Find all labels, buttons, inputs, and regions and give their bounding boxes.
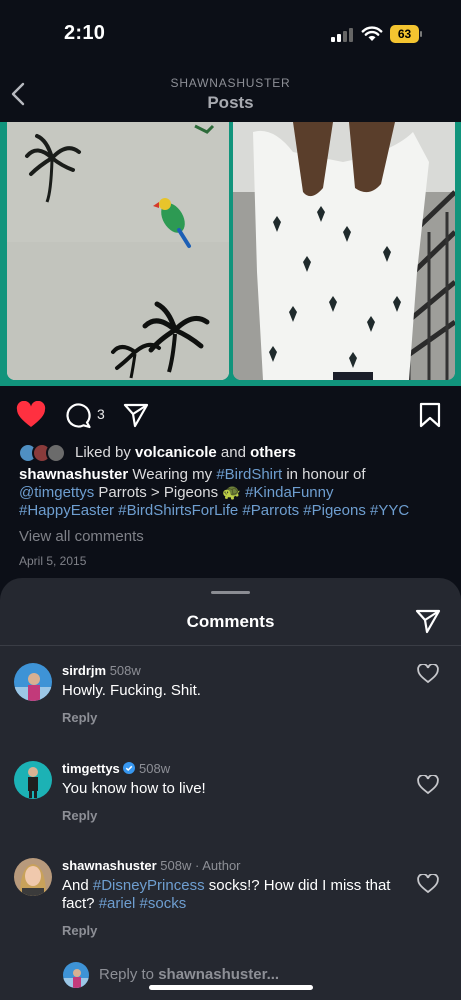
comment-header: timgettys 508w (62, 761, 170, 776)
comment-time: 508w (160, 858, 192, 873)
likes-row[interactable]: Liked by volcanicole and others (18, 442, 448, 464)
sheet-title: Comments (186, 612, 275, 631)
page-title: Posts (207, 93, 254, 112)
signal-icon (331, 28, 353, 42)
view-all-comments-link[interactable]: View all comments (19, 528, 144, 545)
likes-others[interactable]: others (250, 444, 296, 461)
reply-button[interactable]: Reply (62, 808, 97, 823)
status-time: 2:10 (64, 22, 106, 44)
liker-avatar (46, 443, 66, 463)
avatar (63, 962, 89, 988)
comments-sheet: Comments sirdrjm 508w Howly. Fucking. Sh… (0, 578, 461, 1000)
post-date: April 5, 2015 (19, 554, 87, 568)
share-send-icon[interactable] (414, 607, 442, 635)
post-image-shirt-closeup (7, 122, 229, 380)
heart-outline-icon[interactable] (417, 874, 439, 894)
comment-time: 508w (139, 761, 171, 776)
reply-button[interactable]: Reply (62, 923, 97, 938)
sheet-drag-handle[interactable] (211, 591, 250, 594)
liker-avatars (18, 443, 72, 463)
comment-count: 3 (97, 406, 105, 422)
comment-username[interactable]: timgettys (62, 761, 120, 776)
reply-button[interactable]: Reply (62, 710, 97, 725)
comment-item: timgettys 508w You know how to live! Rep… (0, 761, 461, 831)
hashtags-line[interactable]: #HappyEaster #BirdShirtsForLife #Parrots… (19, 502, 409, 519)
comment-text: And #DisneyPrincess socks!? How did I mi… (62, 877, 391, 912)
hashtag[interactable]: #BirdShirt (216, 466, 282, 483)
hashtag[interactable]: #ariel (99, 895, 136, 912)
author-label: · Author (194, 858, 241, 873)
heart-outline-icon[interactable] (417, 775, 439, 795)
reply-input[interactable]: Reply to shawnashuster... (99, 966, 279, 983)
likes-text: Liked by volcanicole and others (75, 444, 296, 461)
heart-outline-icon[interactable] (417, 664, 439, 684)
caption-username[interactable]: shawnashuster (19, 466, 128, 483)
nav-header: SHAWNASHUSTER Posts (0, 66, 461, 122)
hashtag[interactable]: #KindaFunny (245, 484, 333, 501)
verified-badge-icon (123, 762, 136, 774)
battery-level: 63 (390, 25, 419, 43)
comment-username[interactable]: shawnashuster (62, 858, 157, 873)
wifi-icon (361, 26, 383, 41)
comment-username[interactable]: sirdrjm (62, 663, 106, 678)
like-heart-icon[interactable] (16, 401, 46, 429)
share-send-icon[interactable] (122, 401, 150, 429)
battery-icon: 63 (390, 25, 422, 43)
bookmark-icon[interactable] (418, 401, 442, 429)
comment-header: shawnashuster 508w · Author (62, 858, 241, 873)
liker-username[interactable]: volcanicole (135, 444, 217, 461)
nav-username: SHAWNASHUSTER (170, 76, 291, 90)
post-action-bar: 3 (0, 386, 461, 444)
avatar[interactable] (14, 663, 52, 701)
comment-text: You know how to live! (62, 780, 206, 797)
comment-time: 508w (109, 663, 141, 678)
home-indicator[interactable] (149, 985, 313, 990)
post-caption: shawnashuster Wearing my #BirdShirt in h… (19, 466, 410, 519)
hashtag[interactable]: #socks (140, 895, 187, 912)
avatar[interactable] (14, 761, 52, 799)
divider (0, 645, 461, 646)
comment-text: Howly. Fucking. Shit. (62, 682, 201, 699)
post-media[interactable] (0, 122, 461, 386)
avatar[interactable] (14, 858, 52, 896)
comment-item: shawnashuster 508w · Author And #DisneyP… (0, 858, 461, 948)
comment-header: sirdrjm 508w (62, 663, 141, 678)
comment-item: sirdrjm 508w Howly. Fucking. Shit. Reply (0, 663, 461, 733)
mention[interactable]: @timgettys (19, 484, 94, 501)
status-bar: 2:10 63 (0, 0, 461, 66)
hashtag[interactable]: #DisneyPrincess (93, 877, 205, 894)
comment-icon[interactable] (64, 401, 92, 429)
post-image-person-in-shirt (233, 122, 455, 380)
